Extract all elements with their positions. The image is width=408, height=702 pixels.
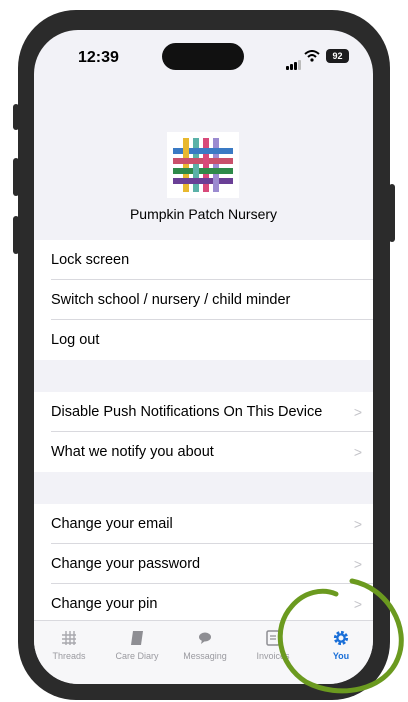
side-button-mute xyxy=(13,104,19,130)
row-label: What we notify you about xyxy=(51,444,214,460)
side-button-volume-up xyxy=(13,158,19,196)
status-bar: 12:39 92 xyxy=(34,30,373,84)
battery-icon: 92 xyxy=(326,49,349,63)
dynamic-island xyxy=(162,43,244,70)
notification-settings-row[interactable]: What we notify you about > xyxy=(34,432,373,472)
tab-label: Messaging xyxy=(183,651,227,661)
disable-push-notifications-row[interactable]: Disable Push Notifications On This Devic… xyxy=(34,392,373,432)
chevron-right-icon: > xyxy=(353,444,362,460)
change-pin-row[interactable]: Change your pin > xyxy=(34,584,373,624)
row-label: Change your pin xyxy=(51,596,158,612)
tab-you[interactable]: You xyxy=(307,629,373,661)
tab-label: Care Diary xyxy=(115,651,159,661)
row-label: Log out xyxy=(51,332,100,348)
account-group: Lock screen Switch school / nursery / ch… xyxy=(34,240,373,360)
screen: 12:39 92 Pumpkin Patch Nursery Lock scre… xyxy=(34,30,373,684)
gear-icon xyxy=(333,630,349,646)
tab-messaging[interactable]: Messaging xyxy=(171,629,239,661)
chevron-right-icon: > xyxy=(353,596,362,612)
notifications-group: Disable Push Notifications On This Devic… xyxy=(34,392,373,472)
wifi-icon xyxy=(304,50,320,62)
switch-school-row[interactable]: Switch school / nursery / child minder xyxy=(34,280,373,320)
side-button-volume-down xyxy=(13,216,19,254)
school-name: Pumpkin Patch Nursery xyxy=(129,206,278,222)
tab-label: Invoices xyxy=(256,651,290,661)
row-label: Disable Push Notifications On This Devic… xyxy=(51,404,323,420)
section-spacer xyxy=(34,360,373,392)
change-password-row[interactable]: Change your password > xyxy=(34,544,373,584)
row-label: Change your password xyxy=(51,556,201,572)
threads-icon xyxy=(62,631,76,645)
book-icon xyxy=(131,631,143,645)
chevron-right-icon: > xyxy=(353,556,362,572)
log-out-row[interactable]: Log out xyxy=(34,320,373,360)
tab-label: Threads xyxy=(52,651,86,661)
tab-care-diary[interactable]: Care Diary xyxy=(103,629,171,661)
chevron-right-icon: > xyxy=(353,404,362,420)
invoice-icon xyxy=(266,630,280,646)
row-label: Change your email xyxy=(51,516,173,532)
status-time: 12:39 xyxy=(78,49,119,66)
lock-screen-row[interactable]: Lock screen xyxy=(34,240,373,280)
credentials-group: Change your email > Change your password >… xyxy=(34,504,373,624)
chevron-right-icon: > xyxy=(353,516,362,532)
tab-label: You xyxy=(332,651,350,661)
section-spacer xyxy=(34,472,373,504)
row-label: Switch school / nursery / child minder xyxy=(51,292,291,308)
signal-icon xyxy=(286,52,302,70)
tab-invoices[interactable]: Invoices xyxy=(239,629,307,661)
nursery-logo xyxy=(167,132,239,198)
profile-header: Pumpkin Patch Nursery xyxy=(34,84,373,240)
change-email-row[interactable]: Change your email > xyxy=(34,504,373,544)
chat-bubble-icon xyxy=(199,632,211,644)
row-label: Lock screen xyxy=(51,252,130,268)
tab-bar: Threads Care Diary Messaging Invoices Yo… xyxy=(34,620,373,684)
side-button-power xyxy=(389,184,395,242)
tab-threads[interactable]: Threads xyxy=(35,629,103,661)
